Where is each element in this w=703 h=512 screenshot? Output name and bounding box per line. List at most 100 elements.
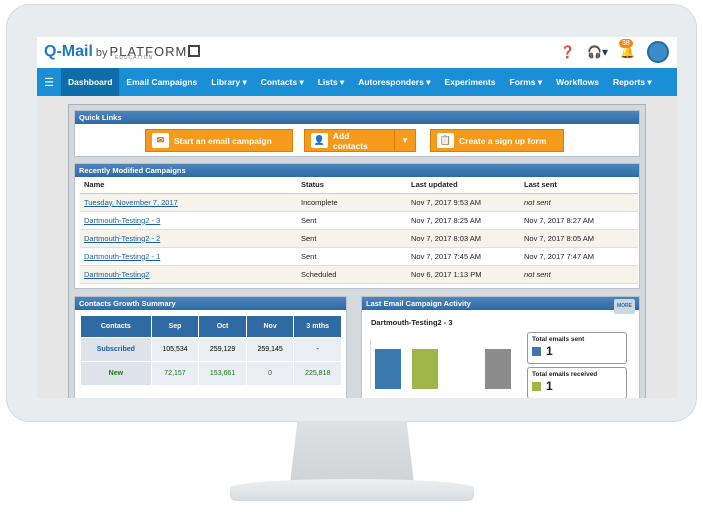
total-sent-label: Total emails sent	[532, 336, 585, 343]
table-row: Subscribed 105,534 259,129 259,145 -	[80, 337, 342, 362]
nav-workflows[interactable]: Workflows	[549, 68, 606, 96]
nav-contacts[interactable]: Contacts ▾	[254, 68, 311, 96]
campaign-updated: Nov 7, 2017 7:45 AM	[407, 247, 520, 266]
campaign-status: Sent	[297, 211, 407, 230]
total-sent-box: Total emails sent 1	[527, 332, 627, 364]
campaign-link[interactable]: Dartmouth-Testing2	[84, 270, 149, 279]
total-received-box: Total emails received 1	[527, 367, 627, 398]
nav-forms[interactable]: Forms ▾	[503, 68, 550, 96]
activity-chart	[370, 339, 520, 389]
cell-nov: 259,145	[245, 337, 295, 362]
campaign-link[interactable]: Tuesday, November 7, 2017	[84, 198, 178, 207]
campaign-status: Sent	[297, 229, 407, 248]
logo-by: by	[95, 47, 108, 59]
contacts-growth-title: Contacts Growth Summary	[75, 297, 346, 310]
nav-autoresponders[interactable]: Autoresponders ▾	[351, 68, 437, 96]
activity-campaign-name: Dartmouth-Testing2 - 3	[371, 318, 453, 327]
campaign-updated: Nov 6, 2017 1:13 PM	[407, 265, 520, 284]
menu-icon[interactable]: ☰	[37, 76, 61, 89]
avatar[interactable]	[647, 41, 669, 63]
monitor-base	[230, 479, 474, 501]
total-sent-value: 1	[546, 344, 553, 358]
quick-links-title: Quick Links	[75, 111, 639, 124]
add-contacts-button[interactable]: 👤 Add contacts ▼	[304, 129, 416, 152]
campaign-status: Incomplete	[297, 193, 407, 212]
total-received-value: 1	[546, 379, 553, 393]
bar-sent	[375, 349, 401, 389]
campaign-updated: Nov 7, 2017 8:25 AM	[407, 211, 520, 230]
table-row: New 72,157 153,661 0 225,818	[80, 361, 342, 386]
table-row: Dartmouth-Testing2 - 2 Sent Nov 7, 2017 …	[80, 229, 638, 248]
campaign-updated: Nov 7, 2017 9:53 AM	[407, 193, 520, 212]
support-headset-icon[interactable]: 🎧▾	[587, 45, 608, 59]
nav-email-campaigns[interactable]: Email Campaigns	[119, 68, 204, 96]
add-contact-icon: 👤	[311, 133, 328, 148]
create-form-button[interactable]: 📋 Create a sign up form	[430, 129, 564, 152]
cell-nov: 0	[245, 361, 295, 386]
cell-3-months: -	[293, 337, 342, 362]
header-actions: ❓ 🎧▾ 🔔	[560, 41, 669, 63]
col-last-sent: Last sent	[520, 177, 638, 194]
campaign-link[interactable]: Dartmouth-Testing2 - 2	[84, 234, 160, 243]
dashboard-content: Quick Links ✉ Start an email campaign 👤 …	[37, 96, 677, 398]
quick-links-panel: Quick Links ✉ Start an email campaign 👤 …	[74, 110, 640, 157]
campaign-activity-panel: Last Email Campaign Activity MORE Dartmo…	[361, 296, 640, 398]
campaign-link[interactable]: Dartmouth-Testing2 - 3	[84, 216, 160, 225]
main-nav: ☰ Dashboard Email Campaigns Library ▾ Co…	[37, 68, 677, 96]
envelope-icon: ✉	[152, 133, 169, 148]
sent-legend-swatch	[532, 346, 541, 356]
col-contacts: Contacts	[80, 315, 152, 338]
top-header: Q-Mail by PLATFORM EDUCATION ❓ 🎧▾ 🔔 38	[37, 37, 677, 67]
col-3-months: 3 mths	[293, 315, 342, 338]
nav-library[interactable]: Library ▾	[204, 68, 253, 96]
campaign-status: Sent	[297, 247, 407, 266]
campaign-activity-title: Last Email Campaign Activity	[366, 299, 471, 308]
campaign-sent: not sent	[520, 265, 638, 284]
monitor-neck	[290, 421, 414, 483]
received-legend-swatch	[532, 381, 541, 391]
cell-3-months: 225,818	[293, 361, 342, 386]
cell-sep: 105,534	[150, 337, 200, 362]
campaigns-table: Name Status Last updated Last sent Tuesd…	[80, 177, 638, 284]
col-sep: Sep	[150, 315, 200, 338]
campaign-updated: Nov 7, 2017 8:03 AM	[407, 229, 520, 248]
row-label: Subscribed	[80, 337, 152, 362]
notification-badge: 38	[619, 39, 633, 48]
campaign-sent: Nov 7, 2017 8:05 AM	[520, 229, 638, 248]
form-icon: 📋	[437, 133, 454, 148]
add-contacts-label: Add contacts	[332, 130, 368, 151]
nav-experiments[interactable]: Experiments	[437, 68, 502, 96]
contacts-growth-panel: Contacts Growth Summary Contacts Sep Oct…	[74, 296, 347, 398]
more-button[interactable]: MORE	[614, 299, 635, 314]
row-label: New	[80, 361, 152, 386]
table-row: Tuesday, November 7, 2017 Incomplete Nov…	[80, 193, 638, 212]
table-row: Dartmouth-Testing2 - 1 Sent Nov 7, 2017 …	[80, 247, 638, 266]
help-icon[interactable]: ❓	[560, 45, 575, 59]
table-row: Dartmouth-Testing2 - 3 Sent Nov 7, 2017 …	[80, 211, 638, 230]
cell-oct: 153,661	[198, 361, 247, 386]
nav-dashboard[interactable]: Dashboard	[61, 68, 120, 96]
col-oct: Oct	[198, 315, 247, 338]
total-received-label: Total emails received	[532, 371, 598, 378]
growth-table: Contacts Sep Oct Nov 3 mths Subscribed 1…	[80, 315, 342, 386]
table-header-row: Name Status Last updated Last sent	[80, 177, 638, 194]
logo-education: EDUCATION	[115, 55, 154, 61]
logo-brand: Q-Mail	[44, 43, 93, 60]
cell-sep: 72,157	[150, 361, 200, 386]
campaign-status: Scheduled	[297, 265, 407, 284]
recent-campaigns-panel: Recently Modified Campaigns Name Status …	[74, 163, 640, 289]
logo-q-box-icon	[188, 45, 201, 57]
col-last-updated: Last updated	[407, 177, 520, 194]
start-campaign-button[interactable]: ✉ Start an email campaign	[145, 129, 293, 152]
chevron-down-icon[interactable]: ▼	[394, 130, 415, 151]
app-screen: Q-Mail by PLATFORM EDUCATION ❓ 🎧▾ 🔔 38 ☰…	[37, 37, 677, 398]
col-name: Name	[80, 177, 297, 194]
nav-reports[interactable]: Reports ▾	[606, 68, 659, 96]
campaign-sent: not sent	[520, 193, 638, 212]
recent-campaigns-title: Recently Modified Campaigns	[75, 164, 639, 177]
campaign-link[interactable]: Dartmouth-Testing2 - 1	[84, 252, 160, 261]
monitor-bezel: Q-Mail by PLATFORM EDUCATION ❓ 🎧▾ 🔔 38 ☰…	[6, 4, 697, 422]
growth-header-row: Contacts Sep Oct Nov 3 mths	[80, 315, 342, 338]
nav-lists[interactable]: Lists ▾	[311, 68, 351, 96]
campaign-sent: Nov 7, 2017 8:27 AM	[520, 211, 638, 230]
